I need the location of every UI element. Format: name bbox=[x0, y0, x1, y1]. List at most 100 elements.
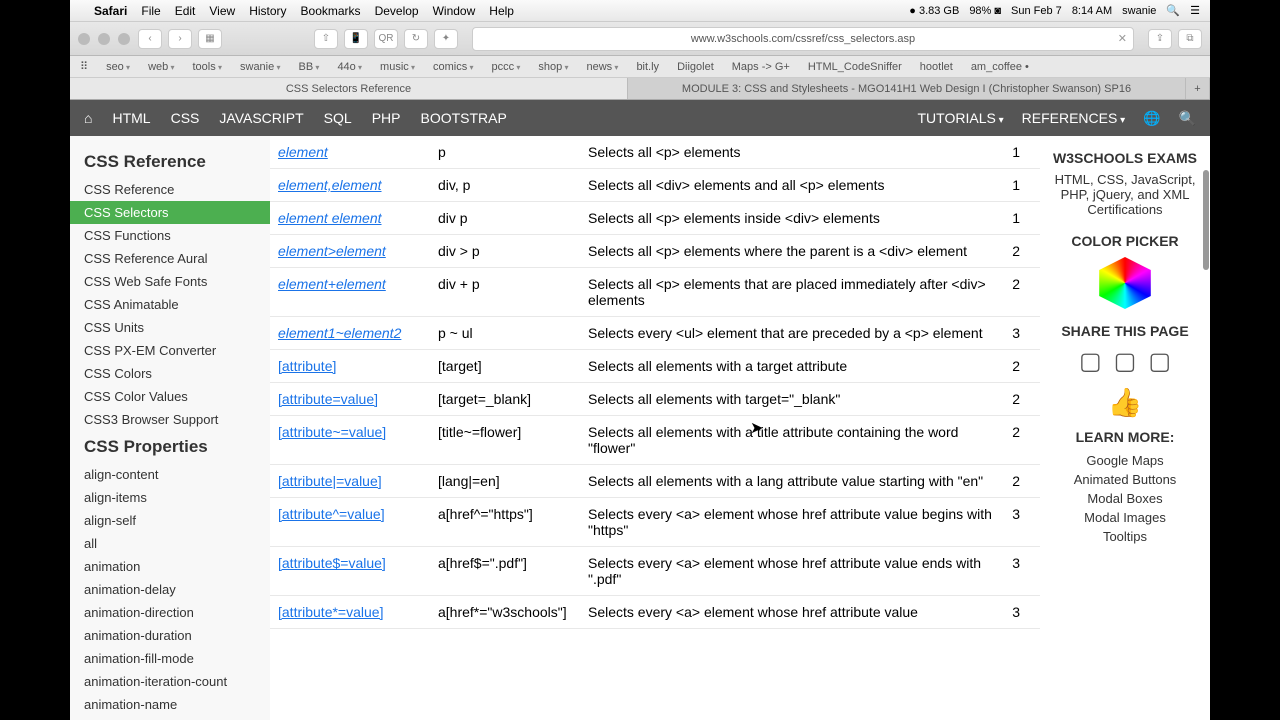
selector-link[interactable]: [attribute*=value] bbox=[278, 604, 383, 620]
colorpicker-icon[interactable] bbox=[1095, 257, 1155, 309]
sidebar-item[interactable]: animation-delay bbox=[70, 578, 270, 601]
menu-bookmarks[interactable]: Bookmarks bbox=[301, 4, 361, 18]
fav-44o[interactable]: 44o bbox=[337, 61, 362, 73]
nav-php[interactable]: PHP bbox=[372, 110, 401, 126]
close-button[interactable] bbox=[78, 33, 90, 45]
sidebar-item[interactable]: CSS3 Browser Support bbox=[70, 408, 270, 431]
reader-button[interactable]: 📱 bbox=[344, 29, 368, 49]
sidebar-item[interactable]: CSS Units bbox=[70, 316, 270, 339]
fav-sniffer[interactable]: HTML_CodeSniffer bbox=[808, 61, 902, 73]
selector-link[interactable]: [attribute=value] bbox=[278, 391, 378, 407]
fav-hootlet[interactable]: hootlet bbox=[920, 61, 953, 73]
learn-link[interactable]: Tooltips bbox=[1048, 527, 1202, 546]
selector-link[interactable]: element>element bbox=[278, 243, 386, 259]
menu-history[interactable]: History bbox=[249, 4, 286, 18]
sidebar-item-selectors[interactable]: CSS Selectors bbox=[70, 201, 270, 224]
minimize-button[interactable] bbox=[98, 33, 110, 45]
search-icon[interactable]: 🔍 bbox=[1166, 4, 1180, 17]
tab-2[interactable]: MODULE 3: CSS and Stylesheets - MGO141H1… bbox=[628, 78, 1186, 99]
nav-html[interactable]: HTML bbox=[112, 110, 150, 126]
ext-button[interactable]: ✦ bbox=[434, 29, 458, 49]
sidebar-item[interactable]: CSS Web Safe Fonts bbox=[70, 270, 270, 293]
sidebar-item[interactable]: animation-fill-mode bbox=[70, 647, 270, 670]
sidebar-item[interactable]: align-content bbox=[70, 463, 270, 486]
fav-coffee[interactable]: am_coffee • bbox=[971, 61, 1029, 73]
fav-comics[interactable]: comics bbox=[433, 61, 473, 73]
sidebar-item[interactable]: animation-name bbox=[70, 693, 270, 716]
qr-button[interactable]: QR bbox=[374, 29, 398, 49]
sidebar-item[interactable]: CSS Reference bbox=[70, 178, 270, 201]
stop-icon[interactable]: ✕ bbox=[1118, 32, 1127, 45]
scrollbar[interactable] bbox=[1203, 170, 1209, 270]
tutorials-dropdown[interactable]: TUTORIALS bbox=[918, 110, 1004, 126]
selector-link[interactable]: [attribute^=value] bbox=[278, 506, 385, 522]
twitter-icon[interactable]: ▢ bbox=[1114, 347, 1137, 376]
zoom-button[interactable] bbox=[118, 33, 130, 45]
share-icon[interactable]: ⇪ bbox=[1148, 29, 1172, 49]
sidebar-item[interactable]: CSS PX-EM Converter bbox=[70, 339, 270, 362]
sidebar-item[interactable]: CSS Reference Aural bbox=[70, 247, 270, 270]
forward-button[interactable]: › bbox=[168, 29, 192, 49]
fav-music[interactable]: music bbox=[380, 61, 415, 73]
nav-css[interactable]: CSS bbox=[171, 110, 200, 126]
references-dropdown[interactable]: REFERENCES bbox=[1022, 110, 1126, 126]
menu-help[interactable]: Help bbox=[489, 4, 514, 18]
menu-view[interactable]: View bbox=[209, 4, 235, 18]
selector-link[interactable]: element+element bbox=[278, 276, 386, 292]
new-tab-button[interactable]: + bbox=[1186, 78, 1210, 99]
sidebar-item[interactable]: CSS Animatable bbox=[70, 293, 270, 316]
fav-seo[interactable]: seo bbox=[106, 61, 130, 73]
learn-link[interactable]: Animated Buttons bbox=[1048, 470, 1202, 489]
tab-1[interactable]: CSS Selectors Reference bbox=[70, 78, 628, 99]
sidebar-item[interactable]: CSS Color Values bbox=[70, 385, 270, 408]
sidebar-item[interactable]: animation-duration bbox=[70, 624, 270, 647]
sidebar-item[interactable]: CSS Functions bbox=[70, 224, 270, 247]
sidebar-button[interactable]: ▦ bbox=[198, 29, 222, 49]
fav-bb[interactable]: BB bbox=[299, 61, 320, 73]
fav-pccc[interactable]: pccc bbox=[492, 61, 521, 73]
thumbs-up-icon[interactable]: 👍 bbox=[1048, 386, 1202, 419]
menu-develop[interactable]: Develop bbox=[375, 4, 419, 18]
sidebar-item[interactable]: align-self bbox=[70, 509, 270, 532]
menu-edit[interactable]: Edit bbox=[175, 4, 196, 18]
sidebar-item[interactable]: all bbox=[70, 532, 270, 555]
nav-bootstrap[interactable]: BOOTSTRAP bbox=[420, 110, 506, 126]
sidebar-item[interactable]: align-items bbox=[70, 486, 270, 509]
selector-link[interactable]: element bbox=[278, 144, 328, 160]
fav-web[interactable]: web bbox=[148, 61, 174, 73]
selector-link[interactable]: [attribute$=value] bbox=[278, 555, 386, 571]
learn-link[interactable]: Google Maps bbox=[1048, 451, 1202, 470]
nav-sql[interactable]: SQL bbox=[324, 110, 352, 126]
selector-link[interactable]: [attribute] bbox=[278, 358, 336, 374]
sidebar-item[interactable]: CSS Colors bbox=[70, 362, 270, 385]
nav-js[interactable]: JAVASCRIPT bbox=[219, 110, 303, 126]
grid-icon[interactable]: ⠿ bbox=[80, 60, 88, 73]
selector-link[interactable]: [attribute|=value] bbox=[278, 473, 382, 489]
back-button[interactable]: ‹ bbox=[138, 29, 162, 49]
menu-file[interactable]: File bbox=[141, 4, 160, 18]
share-button[interactable]: ⇧ bbox=[314, 29, 338, 49]
url-bar[interactable]: www.w3schools.com/cssref/css_selectors.a… bbox=[472, 27, 1134, 51]
selector-link[interactable]: element,element bbox=[278, 177, 382, 193]
user[interactable]: swanie bbox=[1122, 5, 1156, 17]
fav-swanie[interactable]: swanie bbox=[240, 61, 281, 73]
fav-maps[interactable]: Maps -> G+ bbox=[732, 61, 790, 73]
selector-link[interactable]: element1~element2 bbox=[278, 325, 401, 341]
sidebar-item[interactable]: animation-direction bbox=[70, 601, 270, 624]
fav-shop[interactable]: shop bbox=[538, 61, 568, 73]
learn-link[interactable]: Modal Boxes bbox=[1048, 489, 1202, 508]
facebook-icon[interactable]: ▢ bbox=[1079, 347, 1102, 376]
app-name[interactable]: Safari bbox=[94, 4, 127, 18]
reload-button[interactable]: ↻ bbox=[404, 29, 428, 49]
learn-link[interactable]: Modal Images bbox=[1048, 508, 1202, 527]
menu-window[interactable]: Window bbox=[433, 4, 476, 18]
selector-link[interactable]: element element bbox=[278, 210, 382, 226]
fav-news[interactable]: news bbox=[587, 61, 619, 73]
tabs-icon[interactable]: ⧉ bbox=[1178, 29, 1202, 49]
sidebar-item[interactable]: animation bbox=[70, 555, 270, 578]
fav-diigolet[interactable]: Diigolet bbox=[677, 61, 714, 73]
globe-icon[interactable]: 🌐 bbox=[1143, 110, 1160, 127]
search-icon[interactable]: 🔍 bbox=[1179, 110, 1196, 127]
selector-link[interactable]: [attribute~=value] bbox=[278, 424, 386, 440]
home-icon[interactable]: ⌂ bbox=[84, 110, 92, 126]
